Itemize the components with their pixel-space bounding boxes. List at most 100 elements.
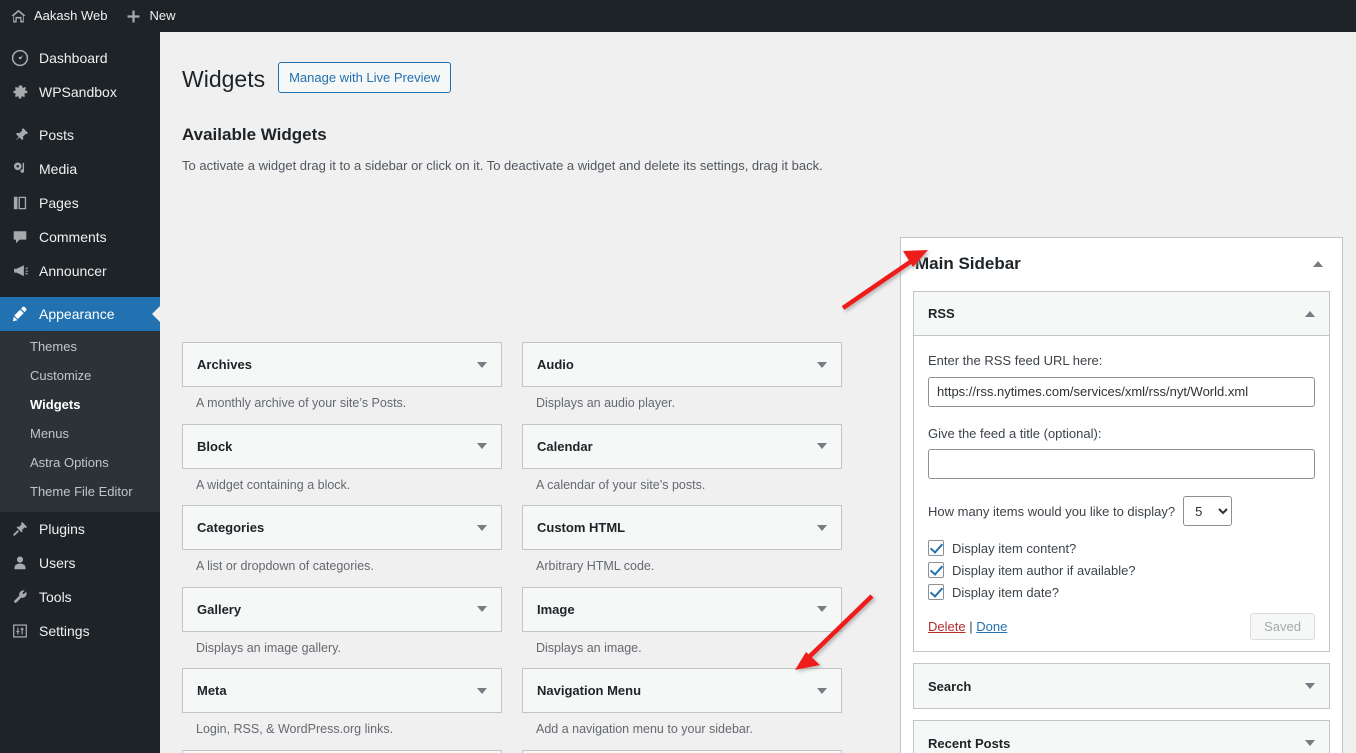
sidebar-widget-rss-header[interactable]: RSS xyxy=(914,292,1329,337)
sidebar-item-plugins[interactable]: Plugins xyxy=(0,512,160,546)
caret-up-icon[interactable] xyxy=(1305,310,1315,317)
available-widget-card[interactable]: Audio xyxy=(522,342,842,388)
rss-display-author-checkbox[interactable] xyxy=(928,562,944,579)
done-link[interactable]: Done xyxy=(976,619,1007,634)
sidebar-widget-header[interactable]: Recent Posts xyxy=(914,721,1329,753)
available-widget-description: A calendar of your site’s posts. xyxy=(536,477,706,492)
sidebar-item-settings[interactable]: Settings xyxy=(0,614,160,648)
rss-widget-footer: Delete | Done Saved xyxy=(928,613,1315,641)
sidebar-item-appearance[interactable]: Appearance xyxy=(0,297,160,331)
sidebar-item-comments[interactable]: Comments xyxy=(0,220,160,254)
available-widget-card[interactable]: Categories xyxy=(182,505,502,551)
available-widgets-description: To activate a widget drag it to a sideba… xyxy=(182,157,823,173)
admin-bar-site-name[interactable]: Aakash Web xyxy=(0,0,117,32)
available-widget-name: Calendar xyxy=(537,438,593,454)
sidebar-item-users[interactable]: Users xyxy=(0,546,160,580)
caret-down-icon[interactable] xyxy=(477,524,487,531)
menu-spacer-2 xyxy=(0,288,160,297)
submenu-item-theme-file-editor[interactable]: Theme File Editor xyxy=(0,477,160,506)
sidebar-item-posts[interactable]: Posts xyxy=(0,118,160,152)
available-widget-description: A monthly archive of your site’s Posts. xyxy=(196,396,407,411)
manage-with-live-preview-button[interactable]: Manage with Live Preview xyxy=(278,61,452,94)
sidebar-item-pages[interactable]: Pages xyxy=(0,186,160,220)
available-widget-card[interactable]: Archives xyxy=(182,342,502,388)
rss-display-date-checkbox[interactable] xyxy=(928,584,944,601)
available-widget-name: Image xyxy=(537,601,575,617)
caret-down-icon[interactable] xyxy=(477,361,487,368)
delete-link[interactable]: Delete xyxy=(928,619,966,634)
admin-bar-new-button[interactable]: New xyxy=(117,0,185,32)
rss-widget-actions: Delete | Done xyxy=(928,619,1007,634)
caret-down-icon[interactable] xyxy=(1305,740,1315,747)
sidebar-widget-recent-posts: Recent Posts xyxy=(913,720,1330,753)
caret-down-icon[interactable] xyxy=(817,687,827,694)
sidebar-item-label: Posts xyxy=(39,127,75,143)
rss-display-content-checkbox[interactable] xyxy=(928,540,944,557)
rss-title-input[interactable] xyxy=(928,449,1315,480)
available-widget-card[interactable]: Block xyxy=(182,423,502,469)
available-widget-card[interactable]: Calendar xyxy=(522,423,842,469)
available-widget-card[interactable]: Meta xyxy=(182,668,502,714)
caret-down-icon[interactable] xyxy=(1305,683,1315,690)
submenu-item-themes[interactable]: Themes xyxy=(0,332,160,361)
available-widget-card[interactable]: Gallery xyxy=(182,586,502,632)
user-icon xyxy=(10,553,30,573)
sidebar-widget-title: Recent Posts xyxy=(928,735,1011,751)
available-widget-name: Custom HTML xyxy=(537,520,626,536)
submenu-item-menus[interactable]: Menus xyxy=(0,419,160,448)
caret-down-icon[interactable] xyxy=(477,443,487,450)
sidebar-item-dashboard[interactable]: Dashboard xyxy=(0,41,160,75)
sidebar-widget-header[interactable]: Search xyxy=(914,664,1329,708)
sliders-icon xyxy=(10,621,30,641)
caret-down-icon[interactable] xyxy=(817,524,827,531)
available-widget-name: Audio xyxy=(537,357,574,373)
submenu-item-customize[interactable]: Customize xyxy=(0,361,160,390)
rss-display-date-label: Display item date? xyxy=(952,584,1059,600)
available-widget-description: Displays an audio player. xyxy=(536,396,675,411)
available-widget-description: A widget containing a block. xyxy=(196,477,351,492)
rss-item-count-select[interactable]: 12345678910 xyxy=(1183,496,1233,527)
submenu-item-widgets[interactable]: Widgets xyxy=(0,390,160,419)
caret-down-icon[interactable] xyxy=(477,606,487,613)
paintbrush-icon xyxy=(10,304,30,324)
caret-up-icon[interactable] xyxy=(1313,261,1323,268)
rss-display-author-row[interactable]: Display item author if available? xyxy=(928,562,1315,579)
caret-down-icon[interactable] xyxy=(477,687,487,694)
available-widget-description: Add a navigation menu to your sidebar. xyxy=(536,722,753,737)
available-widget-description: Login, RSS, & WordPress.org links. xyxy=(196,722,394,737)
sidebar-item-announcer[interactable]: Announcer xyxy=(0,254,160,288)
available-widget-name: Meta xyxy=(197,683,227,699)
sidebar-widget-search: Search xyxy=(913,663,1330,710)
main-sidebar-body: RSS Enter the RSS feed URL here: Give th… xyxy=(901,291,1342,753)
sidebar-item-label: Users xyxy=(39,555,76,571)
sidebar-widget-rss: RSS Enter the RSS feed URL here: Give th… xyxy=(913,291,1330,653)
sidebar-item-tools[interactable]: Tools xyxy=(0,580,160,614)
save-button[interactable]: Saved xyxy=(1250,613,1315,641)
rss-display-content-row[interactable]: Display item content? xyxy=(928,540,1315,557)
action-separator: | xyxy=(969,619,973,635)
site-name-label: Aakash Web xyxy=(34,8,108,23)
dashboard-gauge-icon xyxy=(10,48,30,68)
sidebar-item-label: Pages xyxy=(39,195,79,211)
sidebar-item-media[interactable]: Media xyxy=(0,152,160,186)
available-widget-card[interactable]: Custom HTML xyxy=(522,505,842,551)
caret-down-icon[interactable] xyxy=(817,606,827,613)
available-widget-card[interactable]: Navigation Menu xyxy=(522,668,842,714)
sidebar-item-wpsandbox[interactable]: WPSandbox xyxy=(0,75,160,109)
admin-sidebar-menu: Dashboard WPSandbox Posts Media Pages Co… xyxy=(0,32,160,753)
sidebar-item-label: Media xyxy=(39,161,78,177)
caret-down-icon[interactable] xyxy=(817,443,827,450)
available-widget-description: Arbitrary HTML code. xyxy=(536,559,655,574)
sidebar-item-label: Announcer xyxy=(39,263,107,279)
available-widget-card[interactable]: Image xyxy=(522,586,842,632)
main-sidebar-header[interactable]: Main Sidebar xyxy=(901,238,1342,291)
menu-spacer-1 xyxy=(0,109,160,118)
rss-url-input[interactable] xyxy=(928,376,1315,407)
rss-display-date-row[interactable]: Display item date? xyxy=(928,584,1315,601)
pin-icon xyxy=(10,125,30,145)
rss-display-author-label: Display item author if available? xyxy=(952,562,1136,578)
submenu-item-astra-options[interactable]: Astra Options xyxy=(0,448,160,477)
caret-down-icon[interactable] xyxy=(817,361,827,368)
available-widget-description: Displays an image gallery. xyxy=(196,640,341,655)
rss-title-label: Give the feed a title (optional): xyxy=(928,425,1102,441)
